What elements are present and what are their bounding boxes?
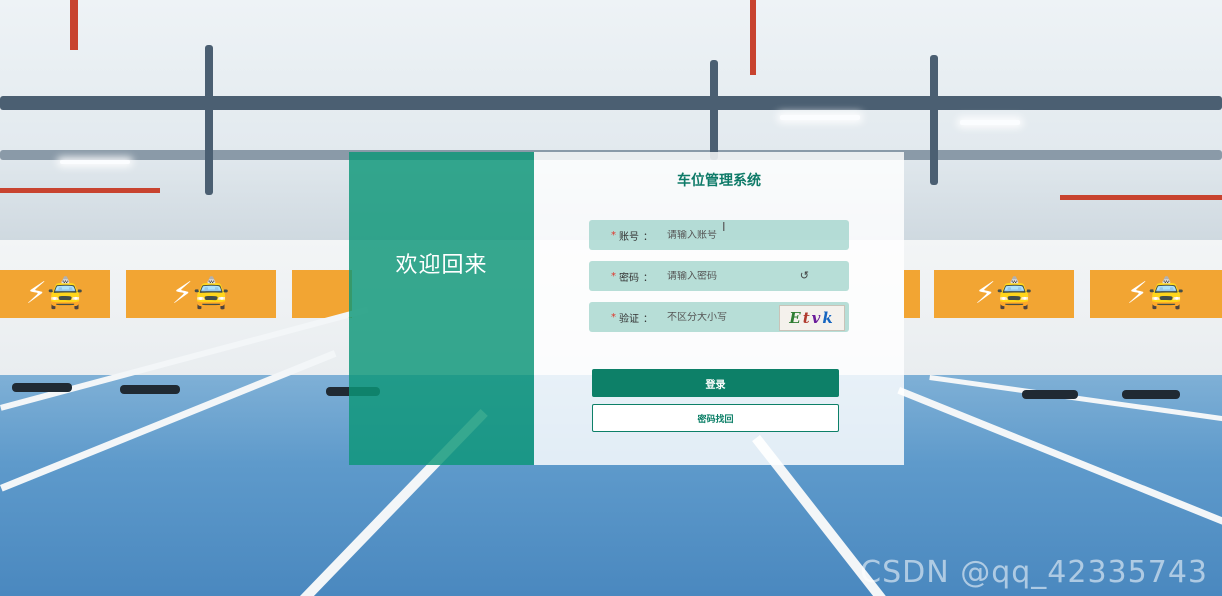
wheel-stopper xyxy=(1122,390,1180,399)
red-pipe xyxy=(750,0,756,75)
password-label: 密码 xyxy=(619,272,639,284)
captcha-field: * 验证 ： E t v k xyxy=(589,302,849,332)
captcha-char: v xyxy=(811,309,823,327)
forgot-password-button[interactable]: 密码找回 xyxy=(592,404,839,432)
parking-sign: ⚡🚖 xyxy=(934,270,1074,318)
wheel-stopper xyxy=(1022,390,1078,399)
car-icon: ⚡🚖 xyxy=(1126,276,1186,311)
ceiling-light xyxy=(960,120,1020,125)
account-field: * 账号 ： xyxy=(589,220,849,250)
captcha-char: E xyxy=(789,309,803,327)
ceiling-pillar xyxy=(205,45,213,195)
red-pipe xyxy=(1060,195,1222,200)
parking-sign: ⚡🚖 xyxy=(0,270,110,318)
required-mark: * xyxy=(611,311,616,323)
text-cursor-icon: I xyxy=(722,220,726,234)
welcome-panel: 欢迎回来 xyxy=(349,152,534,465)
parking-sign: ⚡🚖 xyxy=(126,270,276,318)
car-icon: ⚡🚖 xyxy=(25,276,85,311)
account-input[interactable] xyxy=(667,229,787,241)
wheel-stopper xyxy=(120,385,180,394)
red-pipe xyxy=(70,0,78,50)
captcha-label: 验证 xyxy=(619,313,639,325)
car-icon: ⚡🚖 xyxy=(171,276,231,311)
watermark: CSDN @qq_42335743 xyxy=(860,555,1208,590)
ceiling-pillar xyxy=(710,60,718,160)
required-mark: * xyxy=(611,270,616,282)
captcha-image[interactable]: E t v k xyxy=(779,305,845,331)
captcha-char: k xyxy=(822,309,835,327)
required-mark: * xyxy=(611,229,616,241)
parking-sign xyxy=(292,270,352,318)
parking-sign xyxy=(904,270,920,318)
login-form: 车位管理系统 * 账号 ： I * 密码 ： ↺ * 验证 ： E t v k xyxy=(534,152,904,465)
login-card: 欢迎回来 车位管理系统 * 账号 ： I * 密码 ： ↺ * 验证 ： E t… xyxy=(349,152,904,465)
ceiling-light xyxy=(780,115,860,120)
floor-stripe xyxy=(897,387,1222,529)
account-label: 账号 xyxy=(619,231,639,243)
wheel-stopper xyxy=(12,383,72,392)
car-icon: ⚡🚖 xyxy=(974,276,1034,311)
captcha-char: t xyxy=(802,309,812,327)
red-pipe xyxy=(0,188,160,193)
ceiling-pillar xyxy=(930,55,938,185)
password-colon: ： xyxy=(643,272,653,284)
login-button[interactable]: 登录 xyxy=(592,369,839,397)
ceiling-light xyxy=(60,160,130,164)
password-field: * 密码 ： ↺ xyxy=(589,261,849,291)
captcha-colon: ： xyxy=(643,313,653,325)
ceiling-duct xyxy=(0,96,1222,110)
parking-sign: ⚡🚖 xyxy=(1090,270,1222,318)
password-input[interactable] xyxy=(667,270,787,282)
captcha-input[interactable] xyxy=(667,311,787,323)
welcome-text: 欢迎回来 xyxy=(395,252,488,278)
account-colon: ： xyxy=(643,231,653,243)
system-title: 车位管理系统 xyxy=(677,173,761,189)
password-toggle-icon[interactable]: ↺ xyxy=(800,269,809,282)
